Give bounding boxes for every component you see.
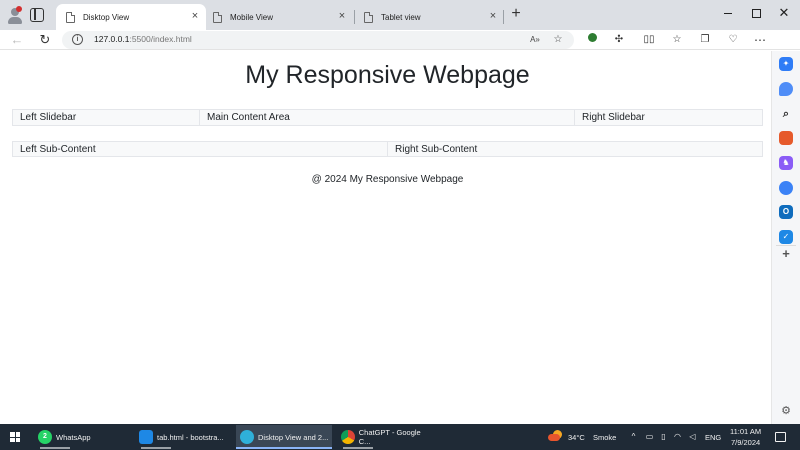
split-screen-icon[interactable]: ▯▯: [641, 32, 657, 48]
taskbar-app-whatsapp[interactable]: 2 WhatsApp: [34, 425, 130, 449]
page-viewport: My Responsive Webpage Left Slidebar Main…: [0, 51, 771, 424]
tab-title: Mobile View: [230, 12, 273, 22]
favorites-icon[interactable]: ☆: [669, 32, 685, 48]
maximize-icon[interactable]: [742, 4, 770, 22]
tab-title: Disktop View: [83, 12, 130, 22]
vscode-icon: [139, 430, 153, 444]
taskbar-app-vscode[interactable]: tab.html - bootstra...: [135, 425, 231, 449]
browser-toolbar: ← ↻ i 127.0.0.1:5500/index.html A» ☆ ✣ ▯…: [0, 30, 800, 50]
browser-tab-strip: Disktop View × Mobile View × Tablet view…: [0, 0, 800, 30]
page-icon: [364, 11, 373, 23]
clock-time[interactable]: 11:01 AM: [730, 427, 761, 436]
left-slidebar: Left Slidebar: [12, 109, 200, 126]
collections-icon[interactable]: ❐: [697, 32, 713, 48]
taskbar-app-label: ChatGPT - Google C...: [358, 428, 421, 446]
read-aloud-icon[interactable]: A»: [528, 33, 542, 47]
notifications-icon[interactable]: [775, 432, 786, 442]
battery-icon[interactable]: ▭: [645, 432, 654, 441]
tray-chevron-up-icon[interactable]: ^: [629, 432, 638, 441]
sidebar-settings-gear-icon[interactable]: ⚙: [779, 404, 793, 418]
search-icon[interactable]: ⌕: [779, 107, 793, 121]
tab-mobile-view[interactable]: Mobile View ×: [203, 4, 353, 30]
windows-taskbar: 2 WhatsApp tab.html - bootstra... Diskto…: [0, 424, 800, 450]
tab-desktop-view[interactable]: Disktop View ×: [56, 4, 206, 30]
edge-icon: [240, 430, 254, 444]
new-tab-icon[interactable]: +: [508, 6, 524, 22]
weather-condition[interactable]: Smoke: [593, 433, 616, 442]
windows-start-icon[interactable]: [10, 432, 20, 442]
page-icon: [66, 11, 75, 23]
site-info-icon[interactable]: i: [72, 34, 83, 45]
tab-title: Tablet view: [381, 12, 421, 22]
device-icon[interactable]: ▯: [659, 432, 668, 441]
close-tab-icon[interactable]: ×: [190, 11, 200, 22]
taskbar-app-label: WhatsApp: [56, 432, 91, 442]
minimize-icon[interactable]: [714, 4, 742, 22]
page-footer: @ 2024 My Responsive Webpage: [311, 174, 464, 185]
page-icon: [213, 11, 222, 23]
outlook-icon[interactable]: O: [779, 205, 793, 219]
shopping-tag-icon[interactable]: [779, 82, 793, 96]
weather-temp[interactable]: 34°C: [568, 433, 585, 442]
tab-separator: [503, 10, 504, 24]
content-row: Left Slidebar Main Content Area Right Sl…: [12, 109, 763, 126]
profile-avatar-icon[interactable]: [6, 6, 24, 25]
refresh-icon[interactable]: ↻: [36, 31, 54, 49]
address-url[interactable]: 127.0.0.1:5500/index.html: [94, 34, 192, 44]
taskbar-app-label: tab.html - bootstra...: [157, 432, 224, 442]
more-menu-icon[interactable]: ⋯: [752, 32, 768, 48]
favorite-star-icon[interactable]: ☆: [551, 33, 565, 47]
wifi-icon[interactable]: ◠: [673, 432, 682, 441]
right-slidebar: Right Slidebar: [575, 109, 763, 126]
page-title: My Responsive Webpage: [245, 61, 530, 89]
games-icon[interactable]: ♞: [779, 156, 793, 170]
chrome-icon: [341, 430, 355, 444]
weather-cloud-sun-icon[interactable]: [548, 430, 562, 442]
close-tab-icon[interactable]: ×: [488, 11, 498, 22]
close-window-icon[interactable]: ✕: [770, 4, 798, 22]
input-language[interactable]: ENG: [705, 433, 721, 442]
sub-content-row: Left Sub-Content Right Sub-Content: [12, 141, 763, 157]
tools-briefcase-icon[interactable]: [779, 131, 793, 145]
left-sub-content: Left Sub-Content: [12, 141, 388, 157]
back-arrow-icon[interactable]: ←: [8, 31, 26, 49]
address-bar[interactable]: i 127.0.0.1:5500/index.html A» ☆: [62, 31, 574, 49]
copilot-icon[interactable]: ✦: [779, 57, 793, 71]
edge-sidebar: ✦ ⌕ ♞ O ✓ + ⚙: [771, 51, 800, 424]
taskbar-app-label: Disktop View and 2...: [258, 432, 329, 442]
volume-icon[interactable]: ◁: [688, 432, 697, 441]
taskbar-app-chrome[interactable]: ChatGPT - Google C...: [337, 425, 433, 449]
clock-date[interactable]: 7/9/2024: [731, 438, 760, 447]
tab-tablet-view[interactable]: Tablet view ×: [354, 4, 504, 30]
close-tab-icon[interactable]: ×: [337, 11, 347, 22]
main-content-area: Main Content Area: [200, 109, 575, 126]
taskbar-app-edge[interactable]: Disktop View and 2...: [236, 425, 332, 449]
extension-icon[interactable]: [584, 32, 600, 48]
microsoft-365-icon[interactable]: [779, 181, 793, 195]
whatsapp-icon: 2: [38, 430, 52, 444]
drop-icon[interactable]: ✓: [779, 230, 793, 244]
right-sub-content: Right Sub-Content: [388, 141, 763, 157]
browser-essentials-icon[interactable]: ♡: [725, 32, 741, 48]
add-sidebar-app-icon[interactable]: +: [779, 247, 793, 261]
extensions-puzzle-icon[interactable]: ✣: [611, 32, 627, 48]
tab-actions-icon[interactable]: [30, 8, 44, 22]
